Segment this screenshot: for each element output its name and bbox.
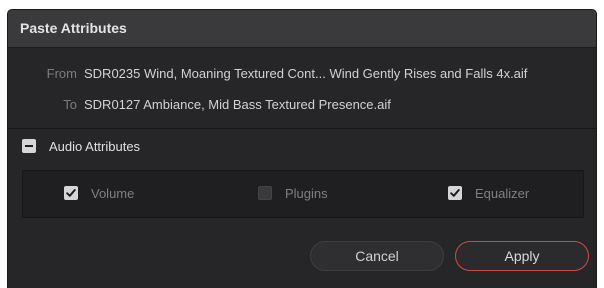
volume-checkbox[interactable]: [64, 186, 78, 200]
checkmark-icon: [450, 189, 460, 197]
to-row: To SDR0127 Ambiance, Mid Bass Textured Pr…: [49, 96, 391, 114]
equalizer-option[interactable]: Equalizer: [448, 184, 529, 202]
volume-option[interactable]: Volume: [64, 184, 134, 202]
equalizer-label: Equalizer: [475, 185, 530, 201]
plugins-option[interactable]: Plugins: [258, 184, 328, 202]
cancel-button[interactable]: Cancel: [310, 241, 444, 271]
audio-attributes-title: Audio Attributes: [49, 138, 141, 154]
collapse-icon[interactable]: [22, 139, 36, 153]
dialog-title: Paste Attributes: [20, 20, 127, 36]
plugins-checkbox[interactable]: [258, 186, 272, 200]
audio-attributes-panel: Volume Plugins Equalizer: [22, 170, 584, 218]
apply-button[interactable]: Apply: [455, 241, 589, 271]
plugins-label: Plugins: [285, 185, 328, 201]
equalizer-checkbox[interactable]: [448, 186, 462, 200]
audio-attributes-header[interactable]: Audio Attributes: [22, 136, 140, 156]
from-row: From SDR0235 Wind, Moaning Textured Cont.…: [39, 65, 528, 83]
to-value: SDR0127 Ambiance, Mid Bass Textured Pres…: [84, 97, 391, 112]
section-divider: [8, 128, 596, 129]
volume-label: Volume: [91, 185, 135, 201]
paste-attributes-dialog: Paste Attributes From SDR0235 Wind, Moani…: [8, 10, 596, 288]
to-label: To: [63, 97, 77, 112]
from-label: From: [46, 66, 77, 81]
checkmark-icon: [66, 189, 76, 197]
from-value: SDR0235 Wind, Moaning Textured Cont... W…: [84, 66, 528, 81]
dialog-titlebar: Paste Attributes: [8, 10, 596, 48]
